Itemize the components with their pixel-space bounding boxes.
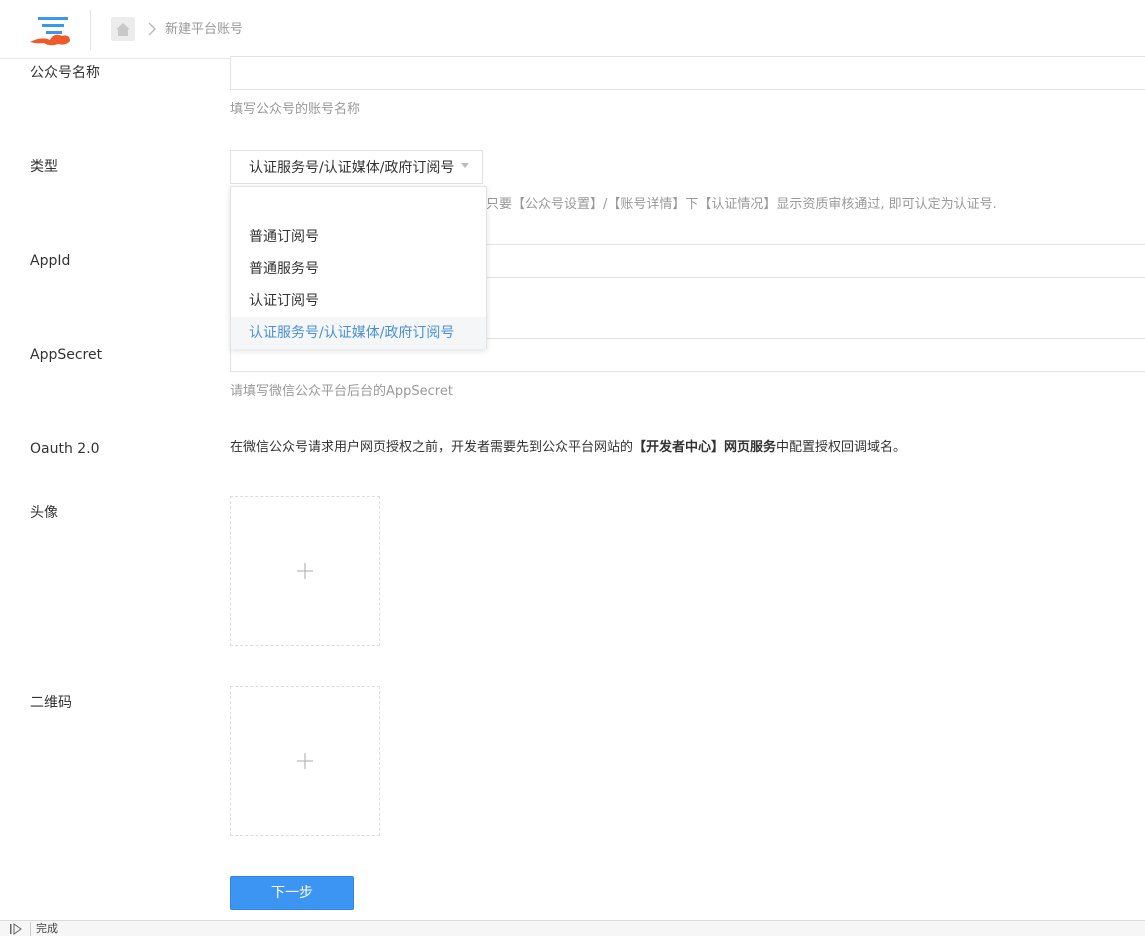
type-option-empty[interactable] — [231, 189, 486, 221]
type-help: 只要【公众号设置】/【账号详情】下【认证情况】显示资质审核通过, 即可认定为认证… — [486, 197, 997, 212]
type-select[interactable]: 认证服务号/认证媒体/政府订阅号 — [230, 150, 483, 184]
status-divider — [30, 922, 31, 936]
header-divider — [90, 10, 91, 50]
status-bar: 完成 — [0, 920, 1145, 936]
type-option-verified-subscription[interactable]: 认证订阅号 — [231, 285, 486, 317]
plus-icon — [297, 563, 313, 579]
type-option-verified-service[interactable]: 认证服务号/认证媒体/政府订阅号 — [231, 317, 486, 349]
oauth-description: 在微信公众号请求用户网页授权之前，开发者需要先到公众平台网站的【开发者中心】网页… — [230, 438, 906, 458]
name-input[interactable] — [230, 56, 1145, 90]
caret-down-icon — [461, 163, 469, 168]
brand-logo-icon[interactable] — [28, 14, 74, 48]
type-label: 类型 — [30, 159, 58, 175]
next-step-button[interactable]: 下一步 — [230, 876, 354, 910]
top-bar: 新建平台账号 — [0, 0, 1145, 59]
page-load-icon — [8, 923, 24, 935]
oauth-text-before: 在微信公众号请求用户网页授权之前，开发者需要先到公众平台网站的 — [230, 440, 634, 455]
status-text: 完成 — [36, 922, 58, 935]
name-label: 公众号名称 — [30, 65, 100, 81]
appsecret-help: 请填写微信公众平台后台的AppSecret — [230, 384, 453, 399]
type-option-normal-subscription[interactable]: 普通订阅号 — [231, 221, 486, 253]
avatar-label: 头像 — [30, 505, 58, 521]
qrcode-upload[interactable] — [230, 686, 380, 836]
oauth-text-bold: 【开发者中心】网页服务 — [633, 440, 777, 455]
appsecret-label: AppSecret — [30, 347, 103, 363]
home-icon[interactable] — [111, 17, 135, 41]
qrcode-label: 二维码 — [30, 695, 72, 711]
plus-icon — [297, 753, 313, 769]
type-dropdown: 普通订阅号 普通服务号 认证订阅号 认证服务号/认证媒体/政府订阅号 — [230, 186, 487, 349]
oauth-text-after: 中配置授权回调域名。 — [776, 440, 907, 455]
type-option-normal-service[interactable]: 普通服务号 — [231, 253, 486, 285]
type-select-value: 认证服务号/认证媒体/政府订阅号 — [249, 160, 455, 176]
name-help: 填写公众号的账号名称 — [230, 102, 361, 117]
chevron-right-icon — [145, 20, 159, 38]
appid-label: AppId — [30, 253, 71, 269]
breadcrumb-current: 新建平台账号 — [165, 22, 244, 37]
avatar-upload[interactable] — [230, 496, 380, 646]
oauth-label: Oauth 2.0 — [30, 441, 100, 457]
